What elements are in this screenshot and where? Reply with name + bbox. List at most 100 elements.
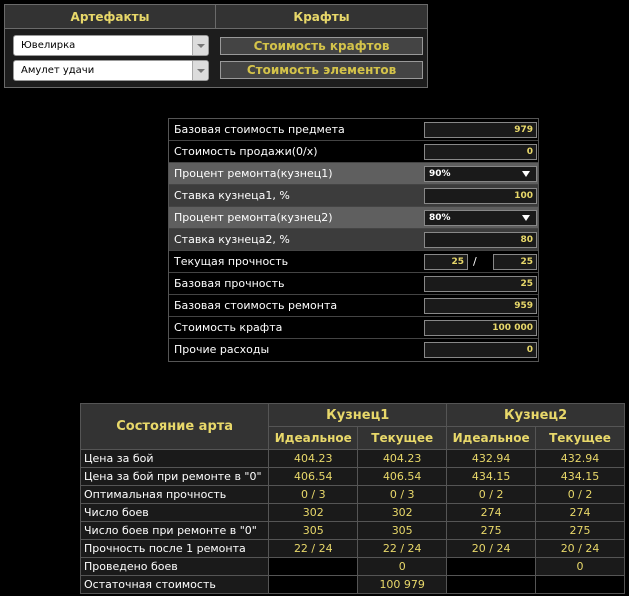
cell-value: 20 / 24 (446, 539, 537, 558)
fights-done-smith1: 0 (357, 557, 448, 576)
cell-value: 404.23 (357, 449, 448, 468)
cell-value: 406.54 (357, 467, 448, 486)
cell-value: 274 (446, 503, 537, 522)
param-label: Ставка кузнеца2, % (174, 233, 290, 246)
artifacts-header: Артефакты (5, 5, 216, 29)
cell-value: 302 (268, 503, 359, 522)
table-row: Проведено боев 0 0 (79, 557, 625, 576)
param-label: Стоимость продажи(0/x) (174, 145, 318, 158)
cell-value: 22 / 24 (268, 539, 359, 558)
table-row: Остаточная стоимость 100 979 (79, 575, 625, 594)
ideal-header: Идеальное (446, 426, 537, 450)
artifact-selector-panel: Артефакты Крафты Ювелирка Амулет удачи С… (4, 4, 428, 88)
cell-value: 305 (357, 521, 448, 540)
param-label: Базовая стоимость предмета (174, 123, 345, 136)
param-row: Процент ремонта(кузнец2) 80% (169, 207, 538, 229)
cell-value: 20 / 24 (535, 539, 625, 558)
results-table: Состояние арта Кузнец1 Кузнец2 Идеальное… (79, 403, 625, 594)
cell-value: 434.15 (446, 467, 537, 486)
param-row: Прочие расходы 0 (169, 339, 538, 361)
param-row: Стоимость продажи(0/x) 0 (169, 141, 538, 163)
cell-value: 404.23 (268, 449, 359, 468)
param-label: Текущая прочность (174, 255, 289, 268)
sell-price-field[interactable]: 0 (424, 144, 537, 160)
param-label: Процент ремонта(кузнец1) (174, 167, 333, 180)
row-label: Цена за бой при ремонте в "0" (79, 467, 270, 486)
durability-separator: / (473, 255, 477, 268)
repair-percent-smith2-select[interactable]: 80% (424, 210, 537, 226)
empty-cell (268, 557, 359, 576)
craft-cost-button[interactable]: Стоимость крафтов (220, 37, 423, 55)
item-select-value: Амулет удачи (21, 65, 95, 76)
smith1-rate-field[interactable]: 100 (424, 188, 537, 204)
empty-cell (268, 575, 359, 594)
table-row: Число боев 302 302 274 274 (79, 503, 625, 522)
category-select[interactable]: Ювелирка (13, 35, 209, 56)
repair-percent-smith1-select[interactable]: 90% (424, 166, 537, 182)
max-durability-field[interactable]: 25 (493, 254, 537, 270)
cell-value: 275 (446, 521, 537, 540)
cell-value: 0 / 2 (535, 485, 625, 504)
empty-cell (446, 575, 537, 594)
residual-value: 100 979 (357, 575, 448, 594)
smith1-header: Кузнец1 (268, 403, 448, 427)
empty-cell (535, 575, 625, 594)
base-repair-cost-field[interactable]: 959 (424, 298, 537, 314)
parameters-table: Базовая стоимость предмета 979 Стоимость… (168, 118, 539, 362)
base-durability-field[interactable]: 25 (424, 276, 537, 292)
param-row: Базовая прочность 25 (169, 273, 538, 295)
param-row: Ставка кузнеца1, % 100 (169, 185, 538, 207)
chevron-down-icon[interactable] (192, 61, 208, 80)
cell-value: 434.15 (535, 467, 625, 486)
current-durability-field[interactable]: 25 (424, 254, 468, 270)
param-label: Базовая прочность (174, 277, 285, 290)
param-label: Базовая стоимость ремонта (174, 299, 338, 312)
param-row: Текущая прочность 25 / 25 (169, 251, 538, 273)
cell-value: 432.94 (535, 449, 625, 468)
other-expenses-field[interactable]: 0 (424, 342, 537, 358)
base-item-cost-field[interactable]: 979 (424, 122, 537, 138)
param-row: Стоимость крафта 100 000 (169, 317, 538, 339)
cell-value: 22 / 24 (357, 539, 448, 558)
cell-value: 274 (535, 503, 625, 522)
cell-value: 0 / 3 (357, 485, 448, 504)
fights-done-smith2: 0 (535, 557, 625, 576)
cell-value: 0 / 2 (446, 485, 537, 504)
param-label: Прочие расходы (174, 343, 270, 356)
cell-value: 275 (535, 521, 625, 540)
crafts-header: Крафты (216, 5, 427, 29)
param-label: Ставка кузнеца1, % (174, 189, 290, 202)
table-row: Число боев при ремонте в "0" 305 305 275… (79, 521, 625, 540)
table-row: Цена за бой при ремонте в "0" 406.54 406… (79, 467, 625, 486)
cell-value: 406.54 (268, 467, 359, 486)
param-row: Базовая стоимость предмета 979 (169, 119, 538, 141)
craft-cost-field[interactable]: 100 000 (424, 320, 537, 336)
cell-value: 432.94 (446, 449, 537, 468)
category-select-value: Ювелирка (21, 40, 76, 51)
ideal-header: Идеальное (268, 426, 359, 450)
table-row: Оптимальная прочность 0 / 3 0 / 3 0 / 2 … (79, 485, 625, 504)
param-label: Стоимость крафта (174, 321, 283, 334)
row-label: Остаточная стоимость (79, 575, 270, 594)
smith2-header: Кузнец2 (446, 403, 625, 427)
param-row: Базовая стоимость ремонта 959 (169, 295, 538, 317)
current-header: Текущее (535, 426, 625, 450)
smith2-rate-field[interactable]: 80 (424, 232, 537, 248)
row-label: Оптимальная прочность (79, 485, 270, 504)
cell-value: 0 / 3 (268, 485, 359, 504)
table-row: Прочность после 1 ремонта 22 / 24 22 / 2… (79, 539, 625, 558)
param-row: Ставка кузнеца2, % 80 (169, 229, 538, 251)
element-cost-button[interactable]: Стоимость элементов (220, 61, 423, 79)
cell-value: 305 (268, 521, 359, 540)
empty-cell (446, 557, 537, 576)
row-label: Число боев (79, 503, 270, 522)
row-label: Цена за бой (79, 449, 270, 468)
row-label: Число боев при ремонте в "0" (79, 521, 270, 540)
item-select[interactable]: Амулет удачи (13, 60, 209, 81)
cell-value: 302 (357, 503, 448, 522)
row-label: Прочность после 1 ремонта (79, 539, 270, 558)
param-label: Процент ремонта(кузнец2) (174, 211, 333, 224)
current-header: Текущее (357, 426, 448, 450)
chevron-down-icon[interactable] (192, 36, 208, 55)
table-row: Цена за бой 404.23 404.23 432.94 432.94 (79, 449, 625, 468)
